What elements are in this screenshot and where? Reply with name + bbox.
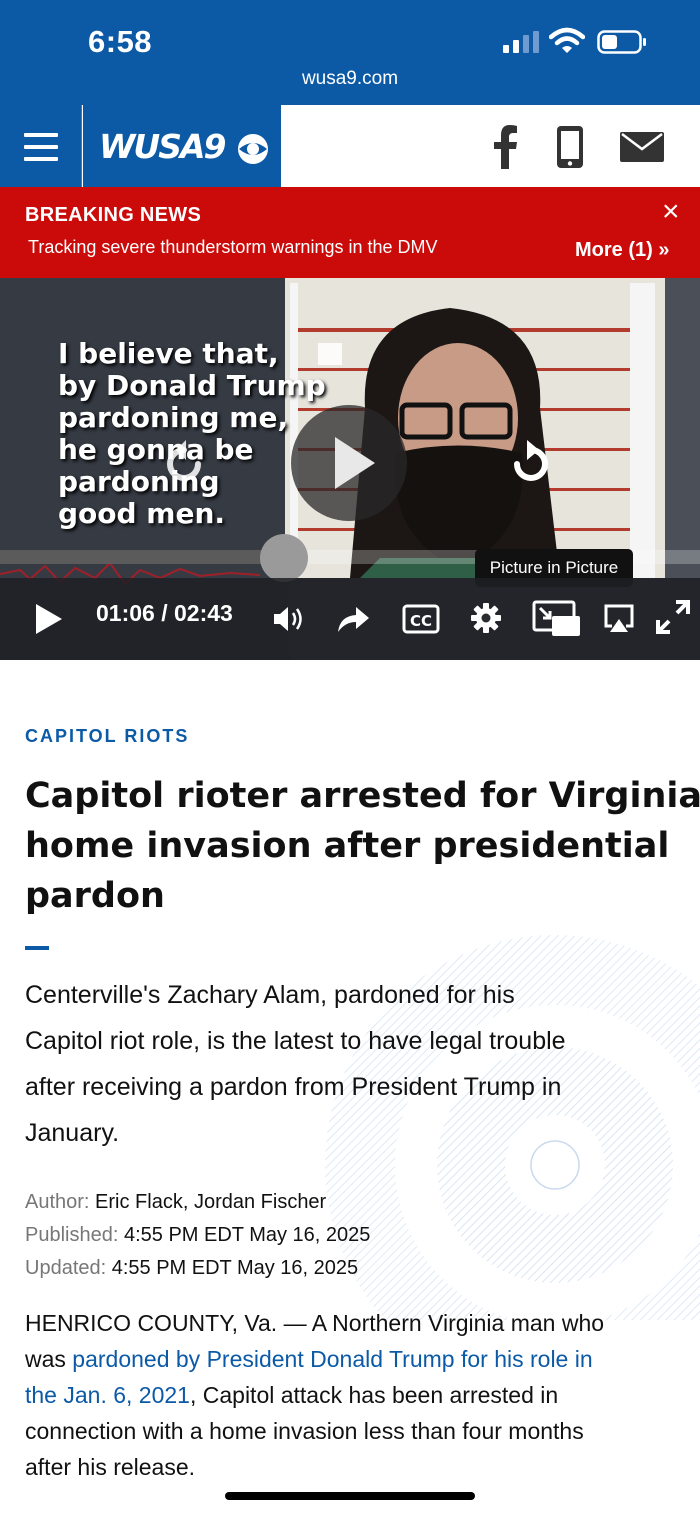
article-meta: Author: Eric Flack, Jordan Fischer Publi… (25, 1186, 370, 1285)
rewind-icon[interactable] (158, 438, 210, 490)
pardon-article-link[interactable]: pardoned by President Donald Trump for h… (72, 1346, 592, 1372)
mail-icon[interactable] (620, 132, 664, 162)
video-player[interactable]: I believe that, by Donald Trump pardonin… (0, 278, 700, 660)
battery-icon (597, 30, 646, 54)
status-bar: 6:58 wusa9.com (0, 0, 700, 105)
logo-text: WUSA9 (99, 127, 226, 166)
pardon-article-link-cont[interactable]: the Jan. 6, 2021 (25, 1382, 190, 1408)
headline-line: Capitol rioter arrested for Virginia (25, 776, 700, 816)
published-label: Published: (25, 1224, 119, 1246)
video-controls: 01:06 / 02:43 CC (0, 578, 700, 660)
cc-icon[interactable]: CC (402, 604, 440, 634)
time-readout: 01:06 / 02:43 (96, 600, 233, 626)
headline-line: pardon (25, 876, 165, 916)
fullscreen-icon[interactable] (656, 600, 690, 634)
body-line: after his release. (25, 1454, 196, 1480)
breaking-more-link[interactable]: More (1) » (575, 239, 669, 262)
menu-icon (24, 133, 58, 137)
progress-fill (0, 550, 284, 564)
summary-line: Capitol riot role, is the latest to have… (25, 1027, 566, 1055)
picture-in-picture-icon[interactable] (532, 600, 582, 638)
headline-line: home invasion after presidential (25, 826, 670, 866)
wifi-icon (549, 27, 585, 53)
article-body: HENRICO COUNTY, Va. — A Northern Virgini… (25, 1305, 685, 1485)
facebook-icon[interactable] (490, 125, 520, 169)
progress-scrubber[interactable] (259, 534, 308, 582)
close-icon[interactable]: × (662, 197, 680, 227)
status-time: 6:58 (88, 24, 153, 59)
author-names: Eric Flack, Jordan Fischer (95, 1191, 327, 1213)
body-line: connection with a home invasion less tha… (25, 1418, 584, 1444)
body-text: , Capitol attack has been arrested in (189, 1382, 559, 1408)
caption-line: I believe that, (58, 337, 279, 370)
share-icon[interactable] (336, 604, 370, 634)
article-headline: Capitol rioter arrested for Virginia hom… (25, 771, 700, 921)
site-header: WUSA9 (0, 105, 700, 187)
play-button-large[interactable] (291, 405, 407, 521)
cbs-eye-icon (238, 134, 268, 164)
svg-text:CC: CC (410, 612, 432, 630)
breaking-news-text[interactable]: Tracking severe thunderstorm warnings in… (28, 237, 438, 258)
settings-icon[interactable] (470, 602, 502, 634)
author-row: Author: Eric Flack, Jordan Fischer (25, 1186, 370, 1219)
breaking-news-banner[interactable]: BREAKING NEWS Tracking severe thundersto… (0, 187, 700, 278)
signal-icon (503, 31, 539, 53)
body-line: HENRICO COUNTY, Va. — A Northern Virgini… (25, 1310, 605, 1336)
address-url[interactable]: wusa9.com (0, 68, 700, 90)
article-summary: Centerville's Zachary Alam, pardoned for… (25, 972, 685, 1156)
home-indicator[interactable] (225, 1492, 475, 1500)
headline-divider (25, 946, 49, 950)
play-icon[interactable] (34, 602, 64, 636)
updated-label: Updated: (25, 1257, 107, 1279)
summary-line: after receiving a pardon from President … (25, 1073, 562, 1101)
caption-line: by Donald Trump (58, 369, 326, 402)
caption-line: good men. (58, 497, 226, 530)
body-line: was pardoned by President Donald Trump f… (25, 1341, 685, 1377)
body-line: the Jan. 6, 2021, Capitol attack has bee… (25, 1377, 685, 1413)
breaking-news-title: BREAKING NEWS (25, 204, 202, 226)
phone-icon[interactable] (554, 125, 586, 169)
published-row: Published: 4:55 PM EDT May 16, 2025 (25, 1219, 370, 1252)
body-text: was (25, 1346, 73, 1372)
published-date: 4:55 PM EDT May 16, 2025 (123, 1224, 371, 1246)
fast-forward-icon[interactable] (505, 438, 557, 490)
site-logo[interactable]: WUSA9 (83, 105, 281, 187)
volume-icon[interactable] (272, 603, 306, 635)
summary-line: January. (25, 1119, 120, 1147)
article-category[interactable]: CAPITOL RIOTS (25, 726, 189, 747)
summary-line: Centerville's Zachary Alam, pardoned for… (25, 981, 515, 1009)
menu-button[interactable] (0, 105, 82, 187)
author-label: Author: (25, 1191, 90, 1213)
airplay-icon[interactable] (604, 604, 634, 634)
updated-date: 4:55 PM EDT May 16, 2025 (111, 1257, 359, 1279)
updated-row: Updated: 4:55 PM EDT May 16, 2025 (25, 1252, 370, 1285)
